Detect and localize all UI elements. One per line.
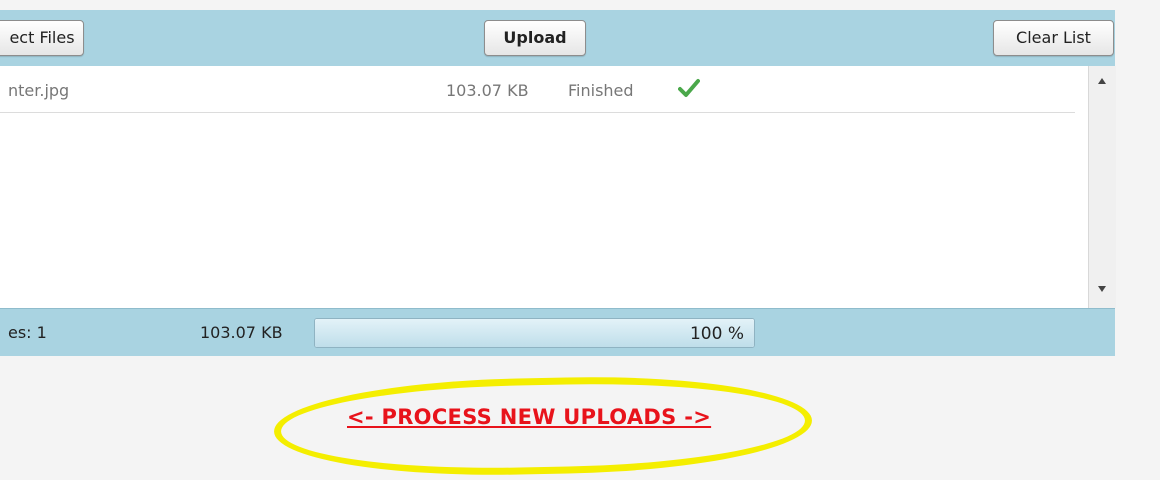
progress-percent: 100 % — [689, 324, 744, 344]
clear-list-button[interactable]: Clear List — [993, 20, 1114, 56]
upload-status-bar: es: 1 103.07 KB 100 % — [0, 308, 1115, 356]
file-list-scrollbar[interactable] — [1088, 66, 1116, 308]
file-name: nter.jpg — [8, 81, 70, 100]
progress-fill — [315, 319, 754, 347]
upload-progress-bar: 100 % — [314, 318, 755, 348]
process-new-uploads-link[interactable]: <- PROCESS NEW UPLOADS -> — [347, 405, 711, 429]
file-status: Finished — [568, 81, 634, 100]
scroll-up-arrow-icon[interactable] — [1098, 78, 1106, 84]
file-size: 103.07 KB — [446, 81, 529, 100]
check-icon — [678, 78, 700, 102]
file-count: es: 1 — [8, 323, 47, 342]
file-list: nter.jpg 103.07 KB Finished — [0, 66, 1088, 308]
uploader-toolbar: ect Files Upload Clear List — [0, 10, 1115, 67]
select-files-button[interactable]: ect Files — [0, 20, 84, 56]
file-row[interactable]: nter.jpg 103.07 KB Finished — [0, 66, 1075, 113]
total-size: 103.07 KB — [200, 323, 283, 342]
scroll-down-arrow-icon[interactable] — [1098, 286, 1106, 292]
upload-button[interactable]: Upload — [484, 20, 586, 56]
